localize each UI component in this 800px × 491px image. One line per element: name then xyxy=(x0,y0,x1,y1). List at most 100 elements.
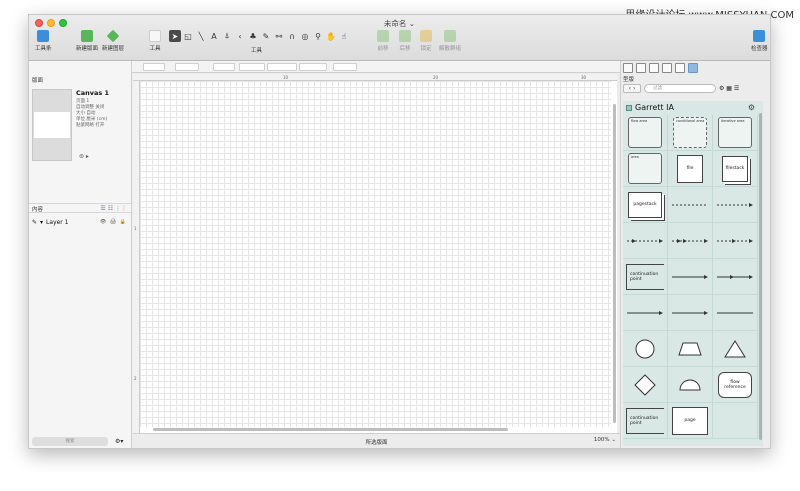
stroke-control[interactable] xyxy=(175,63,199,71)
layer-state-icons[interactable]: 👁 🖨 🔒 xyxy=(100,219,127,225)
stencil-icon xyxy=(626,104,632,111)
stencil-item-arrow-2[interactable] xyxy=(668,223,713,259)
gear-icon[interactable]: ⚙ xyxy=(748,103,755,112)
stencil-view-icon[interactable]: ⚙ ▦ ☰ xyxy=(719,85,739,92)
stencil-item-flow-area[interactable]: flow area xyxy=(623,115,668,151)
stencil-item-file[interactable]: file xyxy=(668,151,713,187)
line-style-control[interactable] xyxy=(267,63,297,71)
sidebar-search-input[interactable]: 搜索 xyxy=(32,437,108,446)
stencils-tab-icon[interactable] xyxy=(688,63,698,73)
ungroup-label: 解散群组 xyxy=(439,46,462,52)
layer-row[interactable]: ✎ ▾ Layer 1 xyxy=(32,219,69,226)
stencil-item-line[interactable] xyxy=(713,295,758,331)
document-tab-icon[interactable] xyxy=(675,63,685,73)
style-tab-icon[interactable] xyxy=(649,63,659,73)
stencil-item-trapezoid[interactable] xyxy=(668,331,713,367)
stencil-item-solid-arrow[interactable] xyxy=(668,259,713,295)
triangle-icon xyxy=(724,339,746,357)
lock-label: 锁定 xyxy=(420,46,432,52)
inspector-tabs xyxy=(623,63,698,73)
style-brush-icon[interactable]: ✎ xyxy=(260,30,272,42)
selection-tool-icon[interactable]: ➤ xyxy=(169,30,181,42)
ungroup-icon xyxy=(444,30,456,42)
ungroup-button[interactable]: 解散群组 xyxy=(439,30,461,52)
stencil-item-diamond[interactable] xyxy=(623,367,668,403)
sidebar-toggle-button[interactable]: 工具条 xyxy=(35,30,52,52)
stencil-item-page[interactable]: page xyxy=(668,403,713,439)
layer-visibility-icon[interactable]: ⊜ ▸ xyxy=(79,153,89,160)
chevron-left-icon[interactable]: ‹ › xyxy=(623,84,641,93)
font-size-control[interactable] xyxy=(299,63,327,71)
stencil-item-triangle[interactable] xyxy=(713,331,758,367)
stencil-item-arrow-mid[interactable] xyxy=(668,295,713,331)
stencil-item-pagestack[interactable]: pagestack xyxy=(623,187,668,223)
canvas-grid[interactable] xyxy=(140,81,611,427)
stencil-scrollbar[interactable] xyxy=(759,113,762,440)
line-tool-icon[interactable]: ╲ xyxy=(195,30,207,42)
alignment-control[interactable] xyxy=(333,63,357,71)
style-button[interactable]: 工具 xyxy=(149,30,161,52)
canvases-header: 版面 xyxy=(32,78,44,84)
magnet-tool-icon[interactable]: ∩ xyxy=(286,30,298,42)
browse-tool-icon[interactable]: ☝ xyxy=(338,30,350,42)
stencil-item-area[interactable]: area xyxy=(623,151,668,187)
hand-tool-icon[interactable]: ✋ xyxy=(325,30,337,42)
stencil-item-dotted-arrow[interactable] xyxy=(713,187,758,223)
stencil-item-filestack[interactable]: filestack xyxy=(713,151,758,187)
canvas-thumbnail[interactable] xyxy=(32,89,72,161)
stencil-item-arrow-3[interactable] xyxy=(713,223,758,259)
shape-label: flow reference xyxy=(724,379,746,390)
shape-tool-icon[interactable]: ◱ xyxy=(182,30,194,42)
stencil-item-flow-reference[interactable]: flow reference xyxy=(713,367,758,403)
new-layer-label: 新建图层 xyxy=(102,46,125,52)
lock-icon xyxy=(420,30,432,42)
chevron-left-icon[interactable]: ‹ xyxy=(234,30,246,42)
zoom-control[interactable]: 100% ⌄ xyxy=(594,437,616,443)
zoom-tool-icon[interactable]: ⚲ xyxy=(312,30,324,42)
diamond-icon xyxy=(634,373,656,396)
stamp-tool-icon[interactable]: ⍋ xyxy=(221,30,233,42)
text-tab-icon[interactable] xyxy=(636,63,646,73)
bring-front-button[interactable]: 前移 xyxy=(377,30,389,52)
canvas-snap: 贴紧网格 打开 xyxy=(76,123,105,128)
new-canvas-button[interactable]: 新建版面 xyxy=(76,30,98,52)
stencil-item-iterative-area[interactable]: iterative area xyxy=(713,115,758,151)
stencil-item-arrow-1[interactable] xyxy=(623,223,668,259)
connect-tool-icon[interactable]: ⚯ xyxy=(273,30,285,42)
shape-label: continuation point xyxy=(630,415,659,426)
stencil-search-input[interactable]: 过滤 xyxy=(644,84,716,93)
canvas-name: Canvas 1 xyxy=(76,89,110,97)
vertical-scrollbar[interactable] xyxy=(613,104,616,423)
gear-icon[interactable]: ⚙▾ xyxy=(115,438,123,445)
diagram-tool-icon[interactable]: ♣ xyxy=(247,30,259,42)
stencil-item-arrow-left[interactable] xyxy=(623,295,668,331)
stencil-item-half-circle[interactable] xyxy=(668,367,713,403)
text-tool-icon[interactable]: A xyxy=(208,30,220,42)
stencil-item-dotted-connector[interactable] xyxy=(668,187,713,223)
horizontal-scrollbar[interactable] xyxy=(153,428,508,431)
new-layer-button[interactable]: 新建图层 xyxy=(102,29,125,52)
shape-label: conditional area xyxy=(676,119,705,123)
shape-label: filestack xyxy=(725,166,745,171)
inspector-button[interactable]: 检查器 xyxy=(751,30,768,52)
rubber-band-icon[interactable]: ◎ xyxy=(299,30,311,42)
fill-control[interactable] xyxy=(143,63,165,71)
stencil-item-solid-arrow-2[interactable] xyxy=(713,259,758,295)
canvas-tab-icon[interactable] xyxy=(662,63,672,73)
ruler-tick-1: 1 xyxy=(134,226,137,231)
stencil-item-circle[interactable] xyxy=(623,331,668,367)
stencils-header: 型版 xyxy=(623,77,635,83)
shadow-control[interactable] xyxy=(213,63,235,71)
send-back-button[interactable]: 后移 xyxy=(399,30,411,52)
ruler-tick-20: 20 xyxy=(433,75,439,80)
stencil-item-continuation-point[interactable]: continuation point xyxy=(623,259,668,295)
properties-tab-icon[interactable] xyxy=(623,63,633,73)
stencil-item-continuation-point-2[interactable]: continuation point xyxy=(623,403,668,439)
disclosure-icon[interactable]: ▾ xyxy=(40,219,43,226)
view-mode-icon[interactable]: ☰ ☷ ⋮⋮ xyxy=(100,205,127,212)
stroke-width-control[interactable] xyxy=(239,63,265,71)
canvas-editor[interactable]: 10 20 30 1 2 xyxy=(133,74,617,433)
lock-button[interactable]: 锁定 xyxy=(420,30,432,52)
stencil-item-conditional-area[interactable]: conditional area xyxy=(668,115,713,151)
status-bar: 所选版面 100% ⌄ xyxy=(133,433,620,448)
